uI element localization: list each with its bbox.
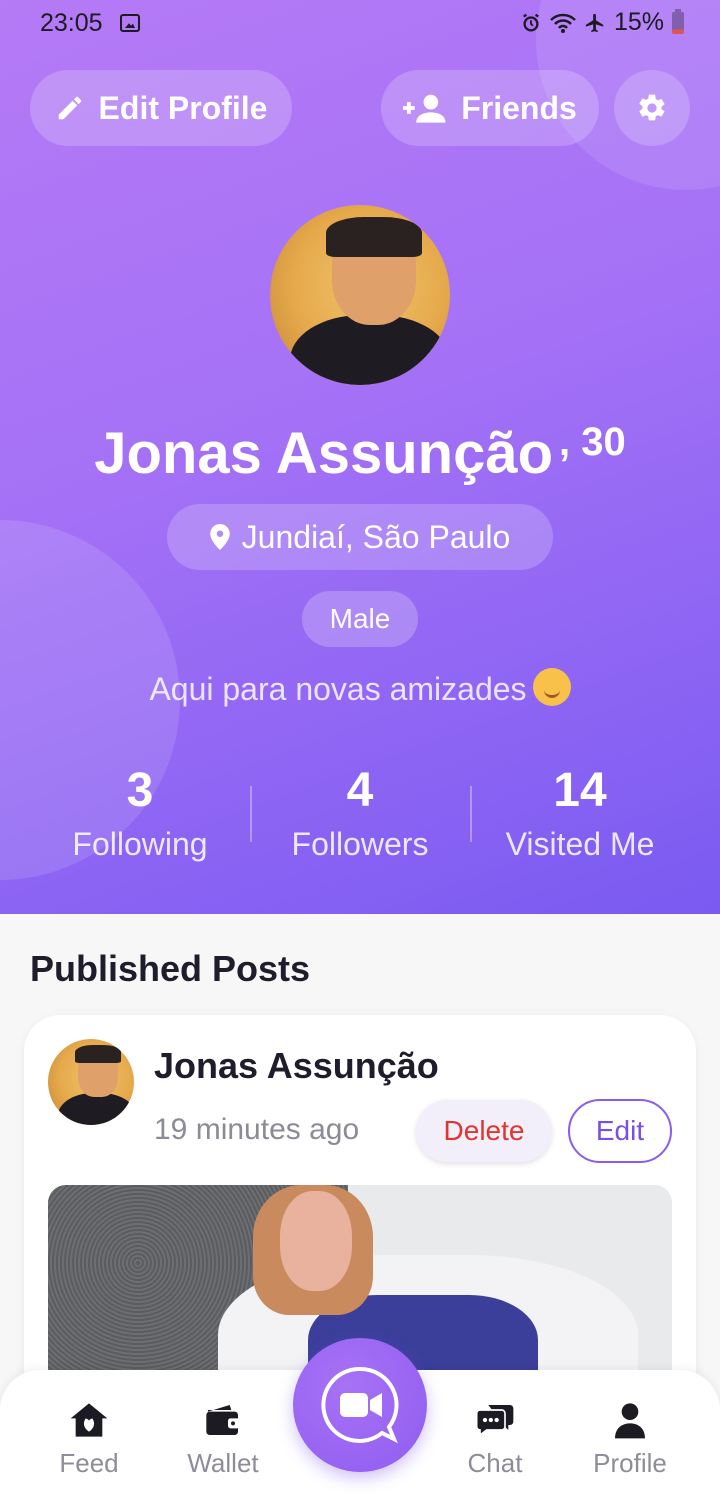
profile-age: , 30 xyxy=(559,420,626,464)
stat-value: 3 xyxy=(126,764,154,817)
profile-bio: Aqui para novas amizades xyxy=(0,668,720,708)
bio-text: Aqui para novas amizades xyxy=(149,671,527,707)
home-leaf-icon xyxy=(70,1403,108,1437)
profile-name-line: Jonas Assunção, 30 xyxy=(0,420,720,487)
status-time: 23:05 xyxy=(40,9,103,37)
stat-followers[interactable]: 4 Followers xyxy=(250,760,470,870)
status-bar: 23:05 15% xyxy=(0,0,720,48)
wifi-icon xyxy=(550,13,576,33)
edit-profile-label: Edit Profile xyxy=(98,89,268,126)
stat-label: Following xyxy=(72,826,208,862)
friends-button[interactable]: Friends xyxy=(381,70,599,146)
stat-value: 4 xyxy=(346,764,374,817)
nav-profile[interactable]: Profile xyxy=(570,1400,690,1479)
profile-header: 23:05 15% Edit Profile Friends Jonas Ass… xyxy=(0,0,720,914)
nav-feed[interactable]: Feed xyxy=(29,1400,149,1479)
chat-bubbles-icon xyxy=(475,1405,514,1437)
airplane-icon xyxy=(585,13,604,32)
post-timestamp: 19 minutes ago xyxy=(154,1113,360,1146)
add-person-icon xyxy=(403,94,446,123)
pencil-icon xyxy=(58,96,81,120)
video-camera-icon xyxy=(321,1366,399,1444)
wallet-icon xyxy=(206,1405,240,1435)
published-posts-title: Published Posts xyxy=(30,948,311,989)
stat-visited-me[interactable]: 14 Visited Me xyxy=(470,760,690,870)
gender-text: Male xyxy=(329,603,391,634)
stat-following[interactable]: 3 Following xyxy=(30,760,250,870)
delete-post-button[interactable]: Delete xyxy=(416,1100,552,1162)
stat-label: Followers xyxy=(291,826,429,862)
friends-label: Friends xyxy=(461,89,577,126)
post-author-name: Jonas Assunção xyxy=(154,1045,439,1086)
edit-profile-button[interactable]: Edit Profile xyxy=(30,70,292,146)
gallery-notification-icon xyxy=(120,14,140,32)
profile-stats: 3 Following 4 Followers 14 Visited Me xyxy=(30,760,690,870)
location-badge: Jundiaí, São Paulo xyxy=(167,504,553,570)
battery-percentage: 15% xyxy=(613,8,664,36)
post-author-avatar[interactable] xyxy=(48,1039,134,1125)
nav-feed-label: Feed xyxy=(59,1448,119,1478)
gender-badge: Male xyxy=(302,591,418,647)
status-icons: 15% xyxy=(520,8,684,37)
location-text: Jundiaí, São Paulo xyxy=(241,518,511,555)
profile-name: Jonas Assunção xyxy=(94,421,554,486)
edit-post-button[interactable]: Edit xyxy=(568,1099,672,1163)
stat-value: 14 xyxy=(553,764,607,817)
nav-chat-label: Chat xyxy=(467,1448,523,1478)
alarm-icon xyxy=(522,13,539,31)
nav-wallet[interactable]: Wallet xyxy=(163,1400,283,1479)
stat-label: Visited Me xyxy=(505,826,655,862)
settings-button[interactable] xyxy=(614,70,690,146)
location-pin-icon xyxy=(209,524,230,550)
smile-emoji xyxy=(532,668,571,706)
nav-wallet-label: Wallet xyxy=(187,1448,259,1478)
nav-profile-label: Profile xyxy=(593,1448,667,1478)
person-icon xyxy=(615,1403,645,1439)
gear-icon xyxy=(639,94,665,121)
battery-icon xyxy=(672,8,684,34)
profile-avatar[interactable] xyxy=(270,205,450,385)
nav-chat[interactable]: Chat xyxy=(435,1400,555,1479)
video-call-button[interactable] xyxy=(293,1338,427,1472)
